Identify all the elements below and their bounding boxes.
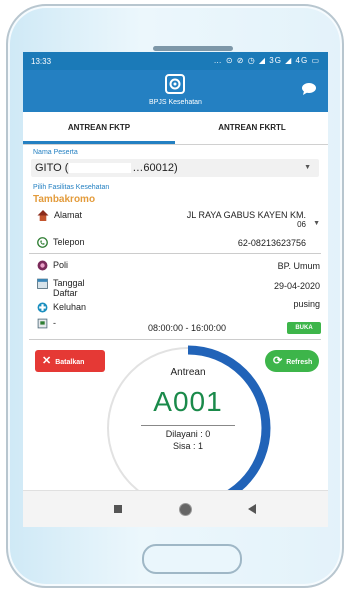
peserta-value: GITO (…60012) xyxy=(35,162,178,174)
sisa-text: Sisa : 1 xyxy=(172,441,203,451)
batalkan-label: Batalkan xyxy=(55,359,85,366)
chat-icon[interactable] xyxy=(301,82,317,96)
keluhan-icon xyxy=(37,302,48,313)
close-icon: ✕ xyxy=(42,355,52,367)
jam-value: 08:00:00 - 16:00:00 xyxy=(148,323,227,333)
redacted-id xyxy=(69,163,132,174)
bpjs-logo-icon xyxy=(165,74,185,94)
tab-bar: ANTREAN FKTP ANTREAN FKRTL xyxy=(23,112,328,145)
poli-row: Poli xyxy=(37,260,68,271)
alamat-label: Alamat xyxy=(54,210,83,220)
poli-label: Poli xyxy=(53,260,69,270)
divider xyxy=(29,339,321,340)
recent-apps-icon[interactable] xyxy=(114,505,122,513)
status-badge: BUKA xyxy=(287,322,321,334)
dilayani-text: Dilayani : 0 xyxy=(165,429,211,439)
status-bar: 13:33 … ⊙ ⊘ ◷ ◢ 3G ◢ 4G ▭ xyxy=(23,52,328,70)
peserta-select[interactable]: GITO (…60012) ▼ xyxy=(31,159,319,177)
keluhan-label: Keluhan xyxy=(53,302,87,312)
app-screen: 13:33 … ⊙ ⊘ ◷ ◢ 3G ◢ 4G ▭ BPJS Kesehatan… xyxy=(23,52,328,527)
keluhan-row: Keluhan xyxy=(37,302,86,313)
antrean-label: Antrean xyxy=(170,367,206,378)
phone-icon xyxy=(37,237,48,249)
app-name: BPJS Kesehatan xyxy=(149,99,202,106)
dropdown-icon: ▼ xyxy=(304,164,311,171)
jam-label: - xyxy=(53,318,56,328)
jam-row: - xyxy=(37,318,56,329)
queue-separator xyxy=(141,425,235,426)
telepon-value: 62-08213623756 xyxy=(237,238,306,248)
divider xyxy=(29,253,321,254)
faskes-name[interactable]: Tambakromo xyxy=(33,194,95,205)
tanggal-row: Tanggal Daftar xyxy=(37,278,85,298)
telepon-row: Telepon xyxy=(37,237,85,249)
poli-value: BP. Umum xyxy=(277,261,320,271)
tab-antrean-fkrtl[interactable]: ANTREAN FKRTL xyxy=(176,112,328,144)
alamat-dropdown-icon[interactable]: ▼ xyxy=(313,220,320,227)
tanggal-value: 29-04-2020 xyxy=(273,281,320,291)
faskes-label: Pilih Fasilitas Kesehatan xyxy=(33,184,110,191)
app-bar: BPJS Kesehatan xyxy=(23,70,328,112)
alamat-line1: JL RAYA GABUS KAYEN KM. xyxy=(186,210,306,220)
keluhan-value: pusing xyxy=(293,299,320,309)
android-nav-bar xyxy=(23,490,328,527)
daftar-label: Daftar xyxy=(53,288,78,298)
clock-icon xyxy=(37,318,48,329)
telepon-label: Telepon xyxy=(53,237,85,247)
refresh-label: Refresh xyxy=(286,359,313,366)
house-icon xyxy=(37,210,49,222)
batalkan-button[interactable]: ✕ Batalkan xyxy=(35,350,105,372)
alamat-row: Alamat xyxy=(37,210,83,222)
tanggal-label: Tanggal xyxy=(53,278,85,288)
peserta-label: Nama Peserta xyxy=(33,149,78,156)
antrean-number: A001 xyxy=(153,386,223,417)
home-nav-icon[interactable] xyxy=(179,503,192,516)
status-time: 13:33 xyxy=(31,57,52,66)
poli-icon xyxy=(37,260,48,271)
back-icon[interactable] xyxy=(248,504,256,514)
phone-speaker xyxy=(153,46,233,51)
alamat-line2: 06 xyxy=(297,220,306,229)
refresh-icon: ⟳ xyxy=(273,355,283,367)
status-icons: … ⊙ ⊘ ◷ ◢ 3G ◢ 4G ▭ xyxy=(213,56,320,65)
tab-antrean-fktp[interactable]: ANTREAN FKTP xyxy=(23,112,175,144)
alamat-value: JL RAYA GABUS KAYEN KM. 06 xyxy=(136,210,306,229)
home-button[interactable] xyxy=(142,544,242,574)
calendar-icon xyxy=(37,278,48,289)
